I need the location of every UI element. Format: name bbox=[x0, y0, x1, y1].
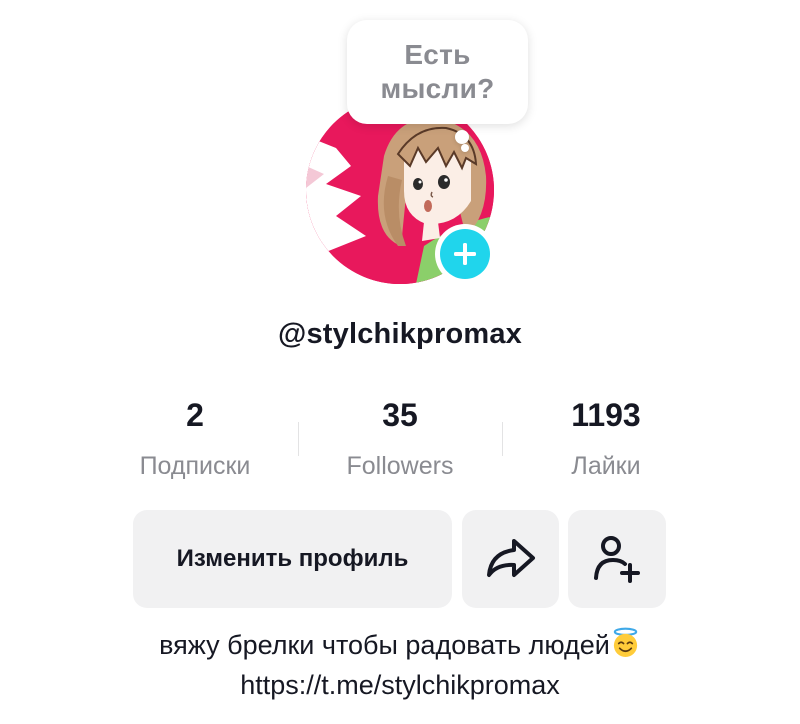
smiling-face-with-halo-icon bbox=[613, 627, 638, 658]
avatar-add-button[interactable] bbox=[435, 224, 495, 284]
profile-bio: вяжу брелки чтобы радовать людей https:/… bbox=[0, 625, 800, 705]
profile-stats: 2 Подписки 35 Followers 1193 Лайки bbox=[0, 392, 800, 492]
stat-following[interactable]: 2 Подписки bbox=[95, 392, 295, 486]
bio-line: вяжу брелки чтобы радовать людей bbox=[0, 625, 800, 665]
edit-profile-button[interactable]: Изменить профиль bbox=[133, 510, 452, 608]
share-arrow-icon bbox=[486, 539, 535, 577]
stat-label: Подписки bbox=[139, 452, 251, 480]
bubble-tail-dot bbox=[455, 130, 469, 144]
edit-profile-label: Изменить профиль bbox=[176, 545, 409, 572]
bubble-tail-dot-small bbox=[461, 144, 469, 152]
stat-label: Followers bbox=[346, 452, 454, 480]
stat-divider bbox=[502, 422, 503, 456]
add-friend-icon bbox=[594, 536, 640, 583]
stat-likes[interactable]: 1193 Лайки bbox=[506, 392, 706, 486]
share-profile-button[interactable] bbox=[462, 510, 559, 608]
stat-value: 2 bbox=[186, 397, 204, 433]
stat-label: Лайки bbox=[571, 452, 641, 480]
bio-text: вяжу брелки чтобы радовать людей bbox=[159, 630, 610, 660]
bio-link[interactable]: https://t.me/stylchikpromax bbox=[0, 665, 800, 705]
bubble-line-1: Есть bbox=[404, 39, 471, 70]
plus-icon bbox=[440, 229, 490, 279]
add-friend-button[interactable] bbox=[568, 510, 666, 608]
username: @stylchikpromax bbox=[277, 318, 523, 350]
thoughts-bubble[interactable]: Есть мысли? bbox=[347, 20, 528, 124]
stat-value: 35 bbox=[382, 397, 418, 433]
stat-divider bbox=[298, 422, 299, 456]
stat-followers[interactable]: 35 Followers bbox=[300, 392, 500, 486]
stat-value: 1193 bbox=[571, 397, 641, 433]
bubble-line-2: мысли? bbox=[380, 73, 495, 104]
